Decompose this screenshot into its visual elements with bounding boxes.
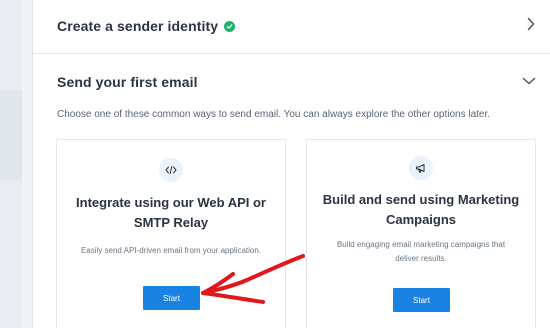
marketing-campaigns-card: Build and send using Marketing Campaigns… — [306, 139, 536, 328]
first-email-subtitle: Choose one of these common ways to send … — [57, 109, 491, 120]
first-email-row[interactable]: Send your first email — [57, 70, 550, 94]
marketing-start-button[interactable]: Start — [393, 288, 450, 312]
annotation-arrow-icon — [201, 254, 305, 304]
first-email-title: Send your first email — [57, 74, 198, 90]
marketing-card-description: Build engaging email marketing campaigns… — [319, 238, 523, 266]
code-icon — [159, 158, 183, 182]
left-background-strip — [0, 0, 22, 328]
api-start-button[interactable]: Start — [143, 286, 200, 310]
api-card-title: Integrate using our Web API or SMTP Rela… — [57, 193, 285, 233]
section-divider — [33, 53, 550, 54]
marketing-card-desc-line1: Build engaging email marketing campaigns… — [336, 240, 506, 249]
api-card-title-line2: SMTP Relay — [133, 215, 209, 230]
check-circle-icon — [224, 20, 236, 32]
marketing-card-title: Build and send using Marketing Campaigns — [307, 190, 535, 230]
left-background-patch — [0, 90, 22, 180]
marketing-card-title-line1: Build and send using Marketing — [322, 192, 520, 207]
api-card-title-line1: Integrate using our Web API or — [76, 195, 266, 210]
marketing-card-desc-line2: deliver results. — [395, 254, 447, 263]
megaphone-icon — [409, 156, 433, 180]
sender-identity-row[interactable]: Create a sender identity — [57, 14, 550, 38]
marketing-card-title-line2: Campaigns — [385, 212, 457, 227]
chevron-right-icon[interactable] — [526, 17, 536, 36]
chevron-down-icon[interactable] — [522, 73, 536, 91]
sender-identity-title: Create a sender identity — [57, 18, 219, 34]
